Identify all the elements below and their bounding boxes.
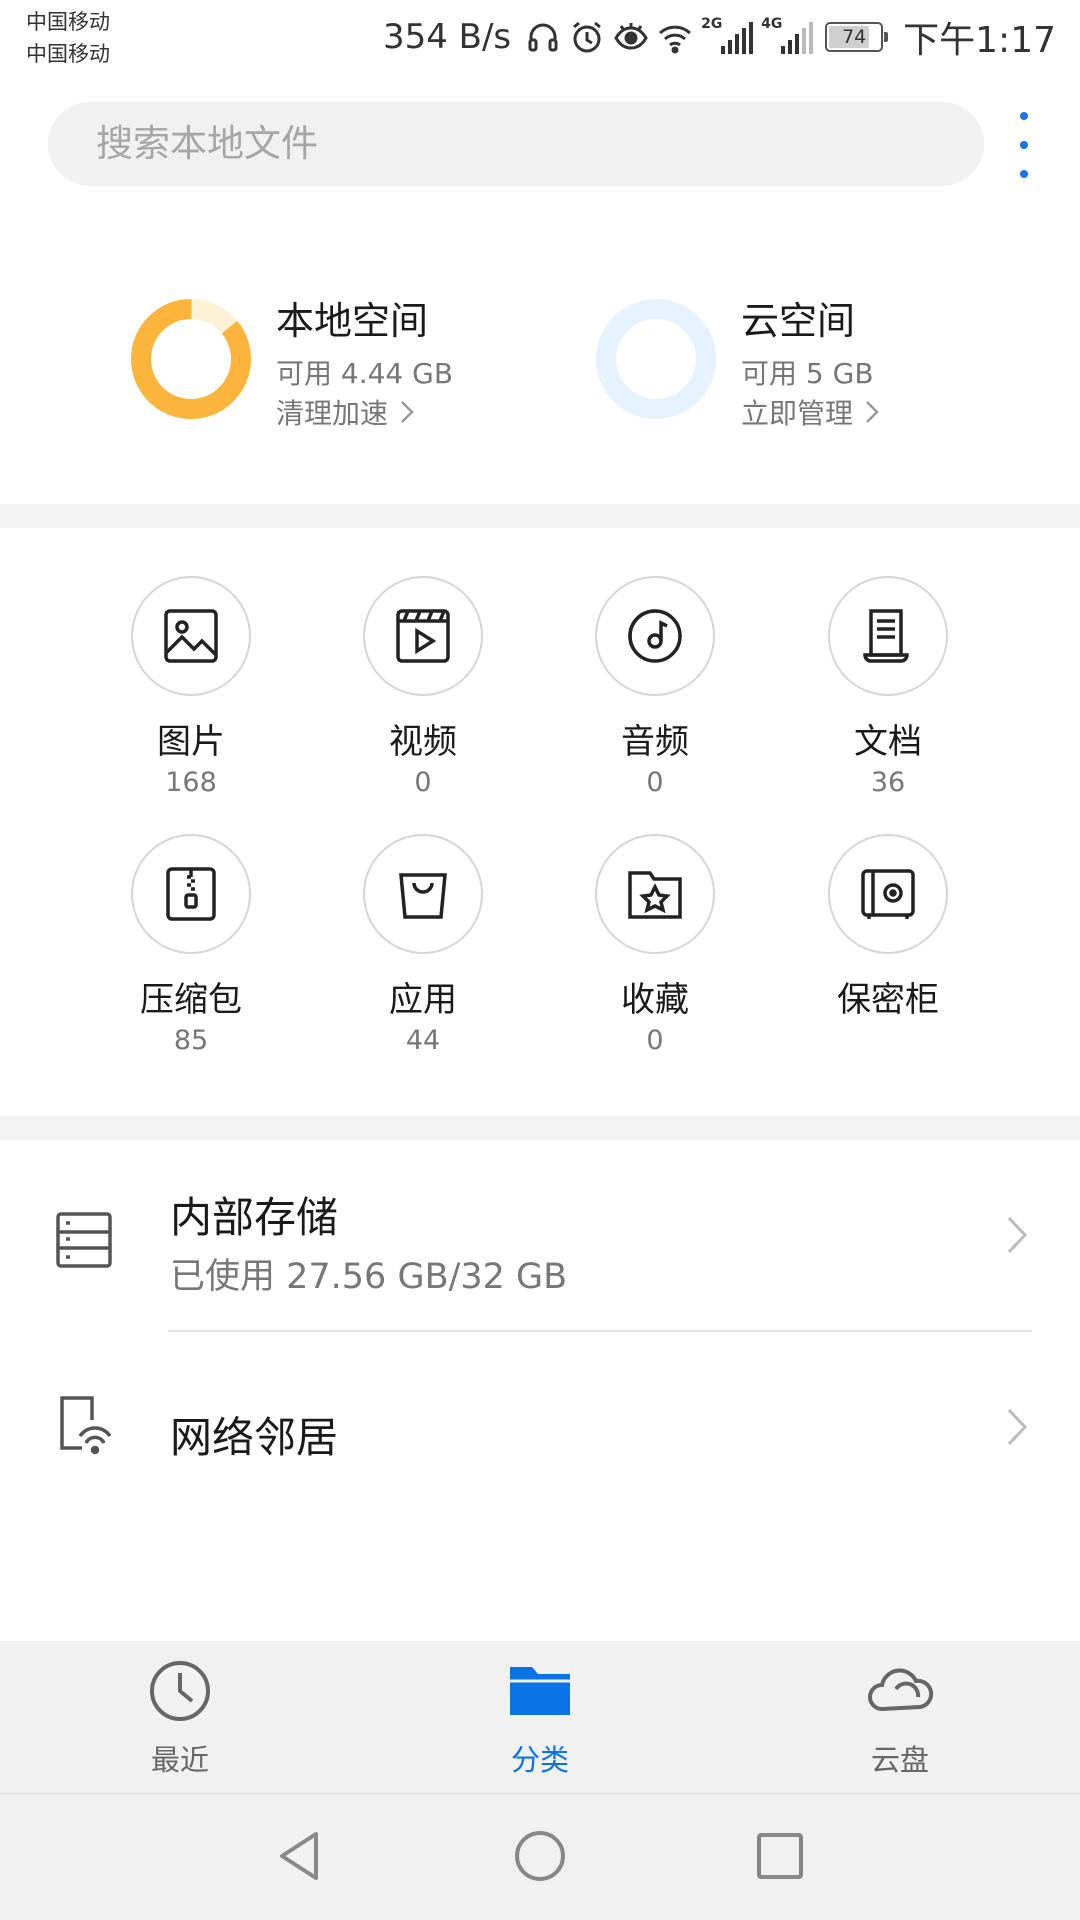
wifi-icon [657, 19, 693, 55]
audio-icon [628, 609, 682, 663]
category-label: 应用 [389, 980, 457, 1020]
local-space-ring [131, 299, 251, 419]
chevron-right-icon [1007, 1216, 1028, 1254]
storage-summary: 本地空间 可用 4.44 GB 清理加速 云空间 可用 5 GB 立即管理 [0, 290, 1080, 440]
app-bag-icon [399, 873, 447, 919]
network-speed: 354 B/s [382, 17, 512, 57]
category-audio[interactable]: 音频 0 [555, 576, 755, 800]
manage-now-link[interactable]: 立即管理 [741, 392, 881, 432]
network-device-icon [60, 1396, 112, 1455]
category-label: 图片 [157, 722, 225, 762]
tab-label: 云盘 [870, 1743, 929, 1777]
cloud-space-ring [596, 299, 716, 419]
chevron-right-icon [866, 401, 879, 423]
status-bar: 中国移动 中国移动 354 B/s 2G 4G 74 下午1:17 [0, 0, 1080, 74]
cloud-icon [868, 1668, 934, 1712]
cloud-space-available: 可用 5 GB [741, 357, 874, 390]
storage-server-icon [56, 1212, 112, 1268]
archive-icon [166, 867, 216, 921]
more-options-icon[interactable] [1012, 112, 1036, 178]
status-indicators: 354 B/s 2G 4G 74 下午1:17 [383, 10, 1056, 64]
category-label: 视频 [389, 722, 457, 762]
favorite-folder-icon [628, 871, 682, 919]
internal-storage-title: 内部存储 [170, 1193, 339, 1242]
signal-icon: 2G [701, 16, 754, 56]
image-icon [164, 609, 218, 663]
cloud-space-card[interactable]: 云空间 可用 5 GB 立即管理 [595, 290, 1035, 440]
tab-label: 最近 [150, 1743, 209, 1777]
tab-recent[interactable]: 最近 [80, 1659, 280, 1779]
internal-storage-usage: 已使用 27.56 GB/32 GB [170, 1257, 568, 1297]
category-count: 0 [414, 767, 432, 798]
alarm-icon [569, 19, 605, 55]
category-safe[interactable]: 保密柜 [788, 834, 988, 1020]
signal-1-type: 2G [701, 16, 723, 32]
tab-label: 分类 [510, 1743, 569, 1777]
headset-icon [525, 19, 561, 55]
video-icon [396, 609, 450, 663]
carrier-1: 中国移动 [26, 10, 110, 34]
carrier-2: 中国移动 [26, 42, 110, 66]
status-time: 下午1:17 [903, 20, 1056, 61]
category-count: 168 [165, 767, 217, 798]
battery-level: 74 [842, 26, 867, 48]
category-documents[interactable]: 文档 36 [788, 576, 988, 800]
clean-speedup-label: 清理加速 [276, 397, 389, 430]
document-icon [863, 609, 909, 663]
category-count: 0 [646, 1025, 664, 1056]
tab-category[interactable]: 分类 [440, 1659, 640, 1779]
local-space-title: 本地空间 [276, 299, 429, 343]
eye-icon [613, 19, 649, 55]
clock-icon [150, 1661, 210, 1721]
category-apps[interactable]: 应用 44 [323, 834, 523, 1058]
signal-2-type: 4G [761, 16, 783, 32]
cloud-space-title: 云空间 [741, 299, 856, 343]
safe-icon [861, 869, 915, 919]
category-count: 44 [405, 1025, 441, 1056]
section-divider [0, 1116, 1080, 1140]
carrier-info: 中国移动 中国移动 [26, 6, 110, 70]
category-archives[interactable]: 压缩包 85 [91, 834, 291, 1058]
category-label: 音频 [621, 722, 689, 762]
system-navigation-bar [0, 1793, 1080, 1920]
category-images[interactable]: 图片 168 [91, 576, 291, 800]
local-space-available: 可用 4.44 GB [276, 357, 454, 390]
internal-storage-row[interactable]: 内部存储 已使用 27.56 GB/32 GB [0, 1140, 1080, 1330]
category-count: 0 [646, 767, 664, 798]
chevron-right-icon [401, 401, 414, 423]
category-label: 压缩包 [140, 980, 242, 1020]
local-space-card[interactable]: 本地空间 可用 4.44 GB 清理加速 [130, 290, 570, 440]
search-input[interactable] [96, 102, 936, 186]
signal-icon: 4G [761, 16, 814, 56]
folder-icon [510, 1667, 570, 1715]
battery-icon: 74 [825, 22, 889, 52]
category-label: 保密柜 [837, 980, 939, 1020]
recent-apps-icon[interactable] [750, 1826, 810, 1886]
tab-cloud-drive[interactable]: 云盘 [800, 1659, 1000, 1779]
bottom-tab-bar: 最近 分类 云盘 [0, 1641, 1080, 1793]
network-neighbors-title: 网络邻居 [170, 1413, 339, 1462]
clean-speedup-link[interactable]: 清理加速 [276, 392, 416, 432]
category-label: 收藏 [621, 980, 689, 1020]
network-neighbors-row[interactable]: 网络邻居 [0, 1332, 1080, 1522]
category-favorites[interactable]: 收藏 0 [555, 834, 755, 1058]
category-count: 36 [870, 767, 906, 798]
category-label: 文档 [854, 722, 922, 762]
search-bar[interactable] [48, 102, 984, 186]
back-icon[interactable] [270, 1826, 330, 1886]
chevron-right-icon [1007, 1408, 1028, 1446]
home-icon[interactable] [510, 1826, 570, 1886]
category-videos[interactable]: 视频 0 [323, 576, 523, 800]
manage-now-label: 立即管理 [741, 397, 854, 430]
section-divider [0, 504, 1080, 528]
category-count: 85 [173, 1025, 209, 1056]
